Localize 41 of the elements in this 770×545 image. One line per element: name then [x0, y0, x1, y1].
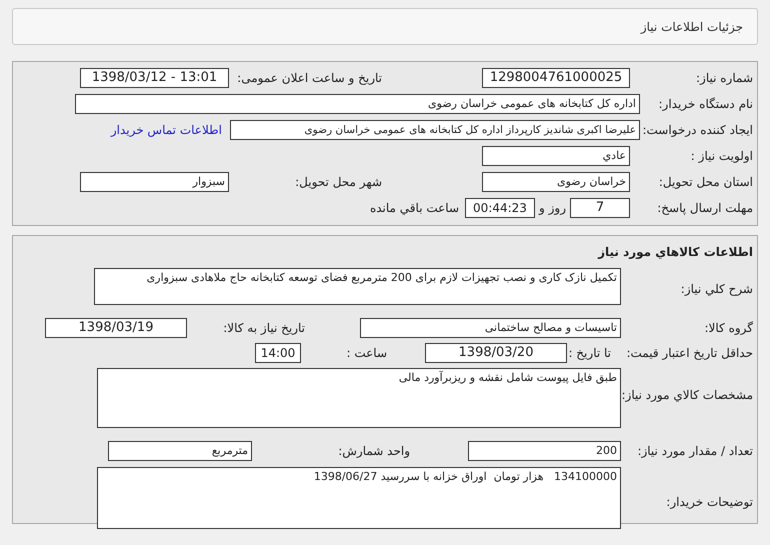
input-field: عادي	[482, 146, 630, 166]
contact-link[interactable]: اطلاعات تماس خریدار	[110, 121, 222, 139]
field-label: شرح کلي نياز:	[680, 281, 754, 298]
field-label: ایجاد کننده درخواست:	[641, 122, 754, 139]
input-field: طبق فایل پیوست شامل نقشه و ریزبرآورد مالی	[97, 368, 621, 428]
input-field: تکمیل نازک کاری و نصب تجهیزات لازم برای 200 مترمربع فضای توسعه کتابخانه حاج ملاهادی سبزواری	[94, 268, 621, 305]
field-label: واحد شمارش:	[337, 443, 410, 460]
input-field: 1298004761000025	[482, 68, 630, 88]
field-label: نام دستگاه خریدار:	[658, 96, 754, 113]
field-label: ساعت باقي مانده	[370, 200, 459, 217]
field-label: شهر محل تحویل:	[294, 174, 382, 191]
section-title: اطلاعات کالاهاي مورد نياز	[598, 244, 754, 261]
field-label: اولویت نیاز :	[690, 148, 754, 165]
input-field: 1398/03/12 - 13:01	[80, 68, 229, 88]
field-label: تاریخ و ساعت اعلان عمومی:	[236, 70, 382, 87]
input-field: خراسان رضوی	[482, 172, 630, 192]
input-field: 134100000 هزار تومان اوراق خزانه با سررسید 1398/06/27	[97, 467, 621, 529]
input-field: 7	[570, 198, 630, 218]
input-field: 00:44:23	[465, 198, 535, 218]
field-label: تا تاریخ :	[567, 345, 611, 362]
page-title: جزئیات اطلاعات نیاز	[640, 18, 743, 36]
field-label: شماره نیاز:	[695, 70, 754, 87]
input-field: مترمربع	[108, 441, 252, 461]
input-field: 200	[468, 441, 621, 461]
input-field: علیرضا اکبری شاندیز کارپرداز اداره کل کتابخانه های عمومی خراسان رضوی	[230, 120, 640, 140]
input-field: 14:00	[255, 343, 301, 363]
input-field: تاسیسات و مصالح ساختمانی	[360, 318, 621, 338]
field-label: ساعت :	[345, 345, 387, 362]
input-field: سبزوار	[80, 172, 229, 192]
field-label: مشخصات کالاي مورد نياز:	[621, 387, 754, 404]
field-label: استان محل تحویل:	[658, 174, 754, 191]
field-label: روز و	[539, 200, 566, 217]
field-label: توضیحات خریدار:	[665, 494, 754, 511]
field-label: تاریخ نیاز به کالا:	[222, 320, 305, 337]
field-label: حداقل تاریخ اعتبار قیمت:	[625, 345, 754, 362]
input-field: اداره کل کتابخانه های عمومی خراسان رضوی	[75, 94, 640, 114]
field-label: مهلت ارسال پاسخ:	[656, 200, 754, 217]
input-field: 1398/03/20	[425, 343, 567, 363]
input-field: 1398/03/19	[45, 318, 187, 338]
field-label: گروه کالا:	[704, 320, 754, 337]
field-label: تعداد / مقدار مورد نیاز:	[636, 443, 754, 460]
